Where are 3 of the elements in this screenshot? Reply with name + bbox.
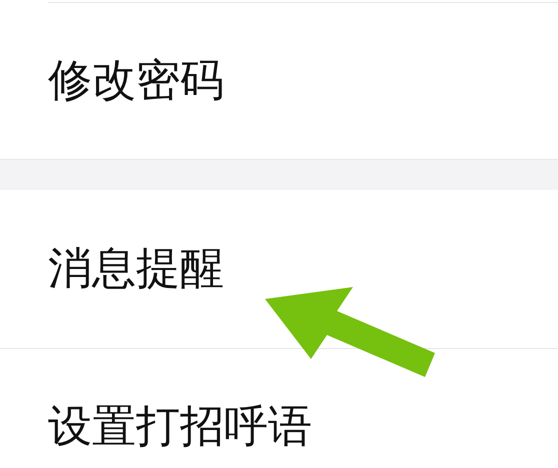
settings-item[interactable]: 修改密码 [48, 56, 224, 106]
settings-item[interactable]: 消息提醒 [48, 244, 224, 294]
settings-item[interactable]: 设置打招呼语 [48, 402, 312, 452]
